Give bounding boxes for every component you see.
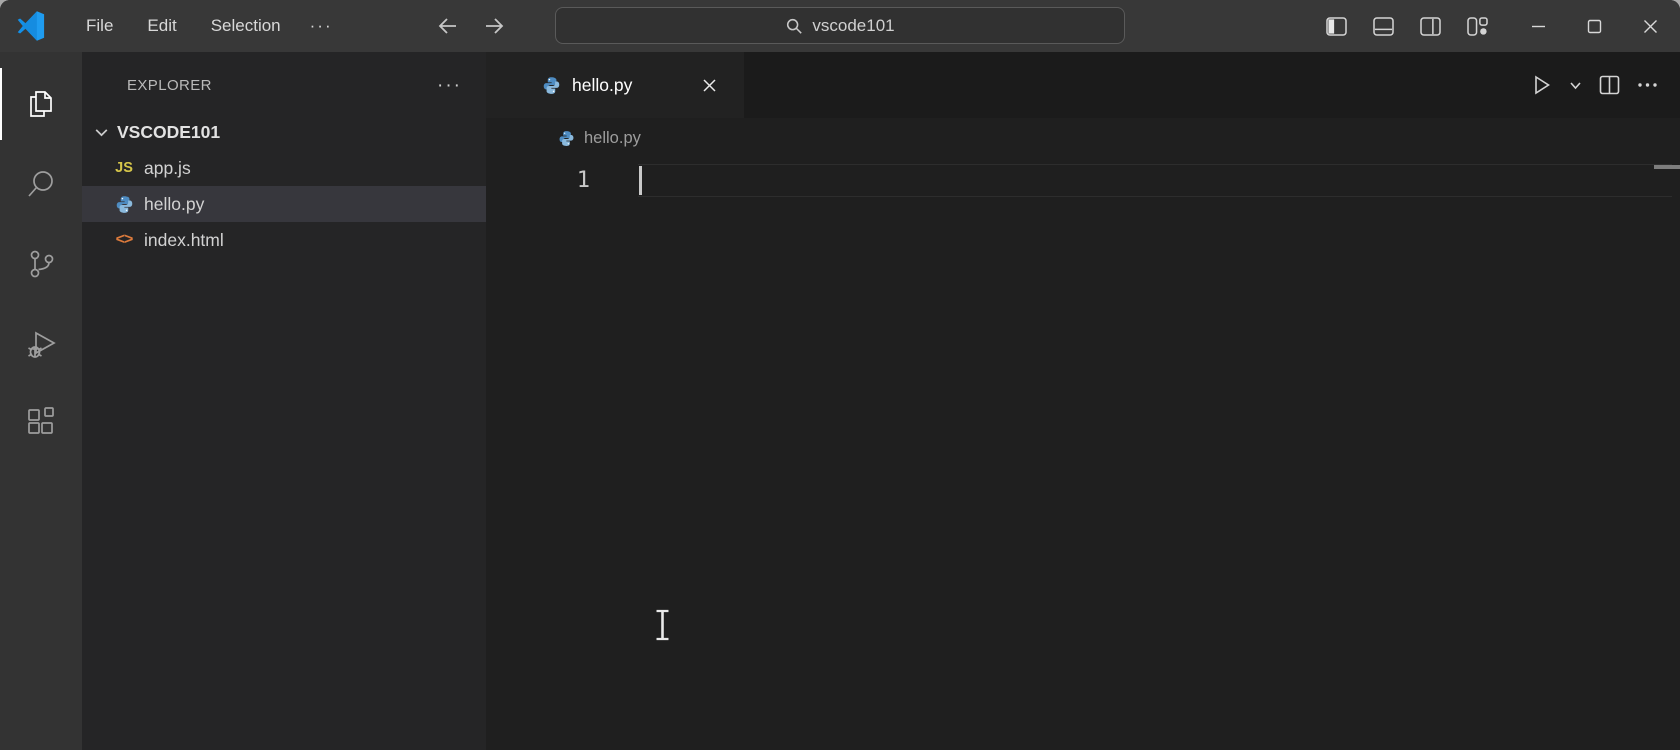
chevron-down-icon	[93, 124, 110, 141]
text-caret	[639, 166, 642, 195]
breadcrumb-item-file[interactable]: hello.py	[584, 129, 641, 148]
command-center-search[interactable]: vscode101	[555, 7, 1125, 44]
toggle-panel-icon[interactable]	[1373, 17, 1394, 36]
maximize-button[interactable]	[1576, 0, 1612, 52]
workbench-main: EXPLORER ··· VSCODE101 JS app.js	[0, 52, 1680, 750]
folder-label: VSCODE101	[117, 122, 220, 143]
run-dropdown-chevron-icon[interactable]	[1569, 79, 1582, 92]
extensions-icon	[23, 406, 59, 442]
activitybar-explorer[interactable]	[0, 64, 82, 144]
more-actions-icon[interactable]	[1637, 82, 1658, 88]
python-icon	[542, 76, 561, 95]
go-forward-icon[interactable]	[482, 14, 506, 38]
files-icon	[23, 86, 59, 122]
python-icon	[115, 195, 134, 214]
layout-controls	[1326, 17, 1488, 36]
file-label: index.html	[144, 230, 224, 251]
file-label: hello.py	[144, 194, 204, 215]
activitybar-search[interactable]	[0, 144, 82, 224]
vscode-logo-icon	[15, 11, 45, 41]
code-editor[interactable]: 1	[486, 158, 1680, 750]
explorer-title: EXPLORER	[127, 77, 212, 94]
js-icon: JS	[115, 160, 133, 176]
tab-label: hello.py	[572, 75, 632, 96]
menu-edit[interactable]: Edit	[130, 10, 193, 42]
menu-bar: File Edit Selection ···	[69, 10, 345, 42]
toggle-secondary-sidebar-icon[interactable]	[1420, 17, 1441, 36]
editor-tab-bar: hello.py	[486, 52, 1680, 118]
activitybar-extensions[interactable]	[0, 384, 82, 464]
activity-bar	[0, 52, 82, 750]
close-tab-icon[interactable]	[700, 76, 718, 94]
explorer-more-actions-button[interactable]: ···	[437, 81, 462, 91]
menu-overflow-button[interactable]: ···	[298, 10, 345, 42]
current-line-highlight	[638, 164, 1672, 197]
file-row-hellopy[interactable]: hello.py	[82, 186, 486, 222]
customize-layout-icon[interactable]	[1467, 17, 1488, 36]
activitybar-source-control[interactable]	[0, 224, 82, 304]
breadcrumb: hello.py	[486, 118, 1680, 158]
html-icon: <>	[116, 231, 133, 249]
titlebar-right-controls	[1326, 0, 1668, 52]
menu-file[interactable]: File	[69, 10, 130, 42]
overview-ruler-cursor-mark	[1654, 165, 1680, 169]
folder-row-vscode101[interactable]: VSCODE101	[82, 114, 486, 150]
ibeam-mouse-cursor-icon	[652, 608, 673, 642]
command-center-value: vscode101	[812, 16, 894, 36]
split-editor-icon[interactable]	[1599, 75, 1620, 95]
tab-hellopy[interactable]: hello.py	[486, 52, 744, 118]
run-file-icon[interactable]	[1531, 74, 1552, 96]
file-row-indexhtml[interactable]: <> index.html	[82, 222, 486, 258]
run-debug-icon	[23, 326, 59, 362]
python-icon	[558, 130, 575, 147]
minimize-button[interactable]	[1520, 0, 1556, 52]
editor-actions	[1531, 52, 1658, 118]
line-number: 1	[486, 164, 590, 197]
close-window-button[interactable]	[1632, 0, 1668, 52]
editor-group: hello.py	[486, 52, 1680, 750]
search-icon	[785, 17, 803, 35]
activitybar-run-debug[interactable]	[0, 304, 82, 384]
explorer-header: EXPLORER ···	[82, 52, 486, 114]
explorer-sidebar: EXPLORER ··· VSCODE101 JS app.js	[82, 52, 486, 750]
toggle-primary-sidebar-icon[interactable]	[1326, 17, 1347, 36]
history-navigation	[436, 0, 506, 52]
source-control-icon	[23, 246, 59, 282]
file-row-appjs[interactable]: JS app.js	[82, 150, 486, 186]
vscode-window: File Edit Selection ··· vscode101	[0, 0, 1680, 750]
go-back-icon[interactable]	[436, 14, 460, 38]
search-icon	[23, 166, 59, 202]
menu-selection[interactable]: Selection	[194, 10, 298, 42]
file-label: app.js	[144, 158, 191, 179]
title-bar: File Edit Selection ··· vscode101	[0, 0, 1680, 52]
